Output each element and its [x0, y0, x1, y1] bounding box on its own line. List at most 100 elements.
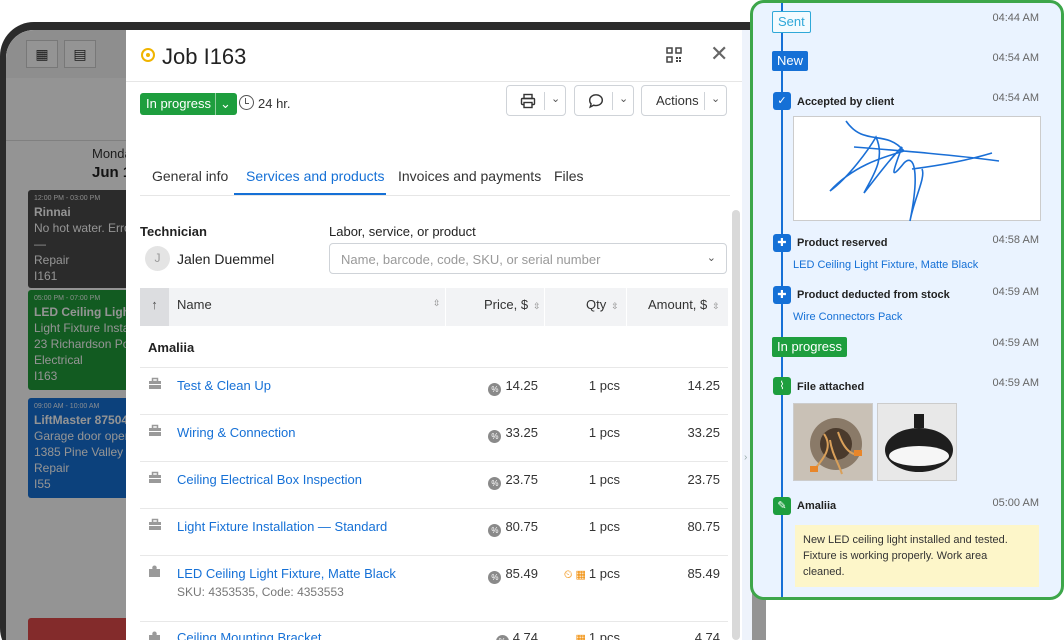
button-separator	[704, 92, 705, 110]
timeline-event-title: Amaliia	[797, 500, 837, 512]
tab-invoices-and-payments[interactable]: Invoices and payments	[398, 168, 541, 184]
column-header-name[interactable]: Name	[177, 297, 212, 312]
chevron-down-icon[interactable]: ⌄	[619, 92, 628, 105]
table-row[interactable]: Ceiling Electrical Box Inspection % 23.75…	[140, 461, 728, 508]
scrollbar[interactable]	[732, 210, 740, 640]
row-price: %4.74	[495, 630, 538, 640]
column-header-qty[interactable]: Qty ⇳	[586, 297, 619, 312]
timeline-time: 04:59 AM	[992, 377, 1039, 389]
discount-icon: %	[488, 571, 502, 584]
close-icon[interactable]: ✕	[710, 43, 728, 65]
row-price-value: 4.74	[512, 630, 538, 640]
timeline-product-link[interactable]: Wire Connectors Pack	[793, 311, 902, 323]
row-price: % 23.75	[488, 472, 538, 490]
row-qty: 1 pcs	[588, 378, 620, 393]
row-qty: 1 pcs	[588, 425, 620, 440]
timeline-event-title: File attached	[797, 381, 865, 393]
stock-deducted-icon: ▦	[575, 569, 586, 581]
timeline-product-link[interactable]: LED Ceiling Light Fixture, Matte Black	[793, 259, 978, 271]
table-row[interactable]: Test & Clean Up % 14.25 1 pcs 14.25	[140, 367, 728, 414]
timer-value: 24 hr.	[258, 96, 291, 111]
chat-bubble-icon	[588, 94, 604, 109]
row-price-value: 85.49	[505, 566, 538, 581]
chevron-down-icon[interactable]: ⌄	[707, 251, 716, 264]
row-qty: ▦ 1 pcs	[576, 630, 620, 640]
status-badge-new: New	[772, 51, 809, 71]
tab-services-and-products[interactable]: Services and products	[246, 168, 385, 184]
status-dot-icon	[141, 48, 155, 62]
technician-label: Technician	[140, 224, 207, 239]
column-separator	[544, 288, 545, 326]
column-header-price[interactable]: Price, $ ⇳	[484, 297, 541, 312]
column-separator	[445, 288, 446, 326]
chevron-right-icon[interactable]: ›	[744, 452, 747, 463]
discount-icon: %	[488, 430, 502, 443]
stock-reserved-icon: ⏲	[563, 569, 573, 581]
table-row[interactable]: Wiring & Connection % 33.25 1 pcs 33.25	[140, 414, 728, 461]
button-separator	[612, 92, 613, 110]
row-price: % 85.49	[488, 566, 538, 584]
search-placeholder: Name, barcode, code, SKU, or serial numb…	[341, 252, 601, 267]
status-label: In progress	[146, 96, 212, 111]
row-amount: 80.75	[687, 519, 720, 534]
attached-photo-fixture[interactable]	[877, 403, 957, 481]
row-item-name[interactable]: Test & Clean Up	[177, 378, 271, 393]
row-price-value: 33.25	[505, 425, 538, 440]
table-row[interactable]: Light Fixture Installation — Standard % 8…	[140, 508, 728, 555]
sort-icon[interactable]: ⇳	[433, 298, 441, 309]
avatar: J	[145, 246, 170, 271]
search-label: Labor, service, or product	[329, 224, 476, 239]
tab-bar: General info Services and products Invoi…	[140, 158, 730, 196]
row-item-name[interactable]: Ceiling Electrical Box Inspection	[177, 472, 362, 487]
puzzle-icon	[149, 565, 160, 577]
table-row[interactable]: Ceiling Mounting Bracket %4.74 ▦1 pcs 4.…	[140, 621, 728, 640]
status-dropdown-button[interactable]: In progress ⌄	[140, 93, 237, 115]
sort-arrow-icon[interactable]: ↑	[140, 288, 169, 326]
timeline-time: 04:54 AM	[992, 52, 1039, 64]
timeline-time: 04:59 AM	[992, 286, 1039, 298]
signature-image	[829, 120, 1000, 222]
column-header-amount[interactable]: Amount, $ ⇳	[648, 297, 720, 312]
actions-button[interactable]: Actions ⌄	[641, 85, 727, 116]
table-row[interactable]: LED Ceiling Light Fixture, Matte Black S…	[140, 555, 728, 621]
row-item-name[interactable]: Wiring & Connection	[177, 425, 296, 440]
row-item-sku: SKU: 4353535, Code: 4353553	[177, 585, 344, 599]
timeline-time: 04:54 AM	[992, 92, 1039, 104]
paperclip-icon: ⌇	[773, 377, 791, 395]
row-item-name[interactable]: Light Fixture Installation — Standard	[177, 519, 387, 534]
toolbox-icon	[149, 377, 161, 389]
job-title: Job I163	[162, 44, 247, 69]
attached-photo-wiring[interactable]	[793, 403, 873, 481]
column-separator	[626, 288, 627, 326]
tab-files[interactable]: Files	[554, 168, 584, 184]
status-badge-sent: Sent	[772, 11, 811, 33]
modal-header: Job I163 ✕	[126, 30, 742, 82]
chevron-down-icon[interactable]: ⌄	[551, 92, 560, 105]
timeline-time: 04:59 AM	[992, 337, 1039, 349]
technician-name[interactable]: Jalen Duemmel	[177, 251, 274, 267]
row-amount: 14.25	[687, 378, 720, 393]
tab-general-info[interactable]: General info	[152, 168, 228, 184]
group-title: Amaliia	[148, 340, 195, 355]
discount-icon: %	[495, 635, 509, 640]
comment-button[interactable]: ⌄	[574, 85, 634, 116]
toolbox-icon	[149, 424, 161, 436]
status-badge-in-progress: In progress	[772, 337, 848, 357]
column-header-label: Price, $	[484, 297, 529, 312]
print-button[interactable]: ⌄	[506, 85, 566, 116]
row-item-name[interactable]: Ceiling Mounting Bracket	[177, 630, 322, 640]
timeline-event-title: Product reserved	[797, 237, 888, 249]
row-qty-value: 1 pcs	[588, 566, 620, 581]
clock-icon	[239, 95, 254, 110]
note-icon: ✎	[773, 497, 791, 515]
qr-code-icon[interactable]	[666, 47, 682, 63]
row-price-value: 80.75	[505, 519, 538, 534]
row-qty: 1 pcs	[588, 472, 620, 487]
product-search-input[interactable]: Name, barcode, code, SKU, or serial numb…	[329, 243, 727, 274]
row-amount: 23.75	[687, 472, 720, 487]
actions-label: Actions	[656, 93, 699, 108]
row-price: % 80.75	[488, 519, 538, 537]
timeline-note: New LED ceiling light installed and test…	[795, 525, 1039, 587]
row-item-name[interactable]: LED Ceiling Light Fixture, Matte Black	[177, 566, 396, 581]
chevron-down-icon: ⌄	[711, 93, 721, 105]
